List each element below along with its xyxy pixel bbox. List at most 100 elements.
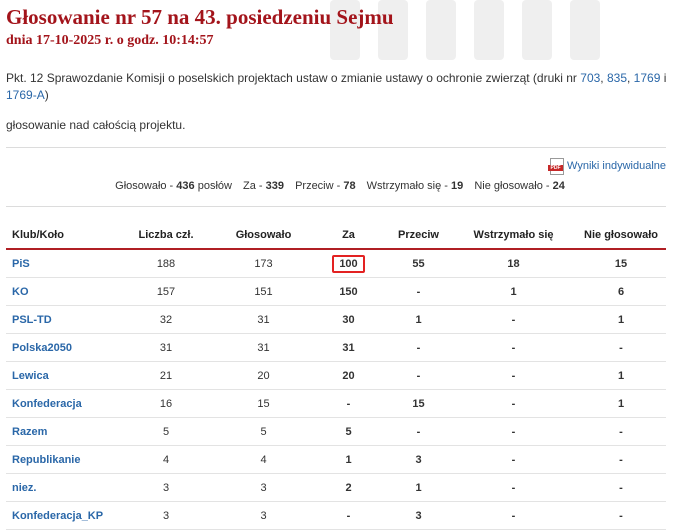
for-cell: 1: [311, 445, 386, 474]
club-link[interactable]: Lewica: [12, 370, 49, 382]
members-cell: 21: [116, 361, 216, 390]
against-cell: 3: [386, 501, 451, 530]
club-link[interactable]: PSL-TD: [12, 314, 52, 326]
against-cell: -: [386, 333, 451, 362]
for-cell: -: [311, 389, 386, 418]
not-voted-cell: -: [576, 473, 666, 502]
not-voted-cell: 1: [576, 305, 666, 334]
col-against: Przeciw: [398, 229, 439, 241]
vote-scope: głosowanie nad całością projektu.: [6, 118, 186, 132]
abstained-cell: -: [451, 361, 576, 390]
col-for: Za: [342, 229, 355, 241]
club-results-table: Klub/Koło Liczba czł. Głosowało Za Przec…: [6, 222, 666, 530]
members-cell: 3: [116, 501, 216, 530]
voted-cell: 5: [216, 417, 311, 446]
members-cell: 157: [116, 277, 216, 306]
members-cell: 32: [116, 305, 216, 334]
club-link[interactable]: Republikanie: [12, 454, 80, 466]
not-voted-cell: -: [576, 333, 666, 362]
table-row: niez. 3 3 2 1 - -: [6, 473, 666, 502]
separator: i: [660, 71, 667, 85]
vote-date: dnia 17-10-2025 r. o godz. 10:14:57: [6, 33, 214, 48]
against-value: 78: [343, 180, 356, 192]
members-cell: 3: [116, 473, 216, 502]
voted-cell: 173: [216, 249, 311, 278]
print-link-1769[interactable]: 1769: [634, 71, 661, 85]
col-club: Klub/Koło: [12, 229, 64, 241]
abstained-label: Wstrzymało się -: [366, 180, 448, 192]
not-voted-cell: 1: [576, 361, 666, 390]
table-row: KO 157 151 150 - 1 6: [6, 277, 666, 306]
table-row: Konfederacja 16 15 - 15 - 1: [6, 389, 666, 418]
abstained-cell: -: [451, 445, 576, 474]
not-voted-cell: 15: [576, 249, 666, 278]
separator: ,: [627, 71, 634, 85]
not-voted-cell: 6: [576, 277, 666, 306]
members-cell: 188: [116, 249, 216, 278]
print-link-1769-a[interactable]: 1769-A: [6, 88, 45, 102]
club-link[interactable]: Konfederacja: [12, 398, 82, 410]
voted-cell: 3: [216, 473, 311, 502]
voted-value: 436: [176, 180, 195, 192]
table-row: PSL-TD 32 31 30 1 - 1: [6, 305, 666, 334]
print-link-703[interactable]: 703: [580, 71, 600, 85]
voted-unit: posłów: [197, 180, 232, 192]
for-cell: 31: [311, 333, 386, 362]
for-cell: -: [311, 501, 386, 530]
against-label: Przeciw -: [295, 180, 341, 192]
club-link[interactable]: niez.: [12, 482, 36, 494]
not-voted-cell: 1: [576, 389, 666, 418]
voted-cell: 3: [216, 501, 311, 530]
abstained-cell: 18: [451, 249, 576, 278]
table-row: Republikanie 4 4 1 3 - -: [6, 445, 666, 474]
individual-results-label: Wyniki indywidualne: [567, 160, 666, 172]
voted-cell: 151: [216, 277, 311, 306]
for-value: 339: [265, 180, 284, 192]
table-header-row: Klub/Koło Liczba czł. Głosowało Za Przec…: [6, 222, 666, 249]
club-link[interactable]: Polska2050: [12, 342, 72, 354]
divider: [6, 147, 666, 148]
table-row: Razem 5 5 5 - - -: [6, 417, 666, 446]
against-cell: 1: [386, 473, 451, 502]
for-cell: 20: [311, 361, 386, 390]
separator: ,: [600, 71, 607, 85]
against-cell: 1: [386, 305, 451, 334]
voted-label: Głosowało -: [115, 180, 174, 192]
club-link[interactable]: KO: [12, 286, 29, 298]
abstained-cell: -: [451, 473, 576, 502]
print-link-835[interactable]: 835: [607, 71, 627, 85]
col-abstained: Wstrzymało się: [473, 229, 554, 241]
page-title: Głosowanie nr 57 na 43. posiedzeniu Sejm…: [6, 5, 394, 29]
abstained-cell: -: [451, 333, 576, 362]
for-cell: 2: [311, 473, 386, 502]
for-cell: 30: [311, 305, 386, 334]
abstained-cell: -: [451, 501, 576, 530]
not-voted-cell: -: [576, 445, 666, 474]
abstained-cell: 1: [451, 277, 576, 306]
pdf-icon: PDF: [548, 158, 565, 175]
individual-results-link[interactable]: PDF Wyniki indywidualne: [548, 158, 666, 175]
against-cell: 3: [386, 445, 451, 474]
club-link[interactable]: Razem: [12, 426, 47, 438]
description-text: Pkt. 12 Sprawozdanie Komisji o poselskic…: [6, 71, 581, 85]
not-voted-value: 24: [552, 180, 565, 192]
abstained-value: 19: [451, 180, 464, 192]
highlighted-for-value: 100: [332, 254, 365, 273]
for-label: Za -: [243, 180, 263, 192]
club-link[interactable]: PiS: [12, 258, 30, 270]
against-cell: -: [386, 417, 451, 446]
voted-cell: 15: [216, 389, 311, 418]
abstained-cell: -: [451, 417, 576, 446]
voted-cell: 31: [216, 305, 311, 334]
not-voted-cell: -: [576, 417, 666, 446]
not-voted-label: Nie głosowało -: [474, 180, 550, 192]
table-row: Konfederacja_KP 3 3 - 3 - -: [6, 501, 666, 530]
voted-cell: 31: [216, 333, 311, 362]
voted-cell: 20: [216, 361, 311, 390]
members-cell: 16: [116, 389, 216, 418]
for-cell: 5: [311, 417, 386, 446]
abstained-cell: -: [451, 389, 576, 418]
col-not-voted: Nie głosowało: [584, 229, 658, 241]
against-cell: -: [386, 361, 451, 390]
club-link[interactable]: Konfederacja_KP: [12, 510, 103, 522]
